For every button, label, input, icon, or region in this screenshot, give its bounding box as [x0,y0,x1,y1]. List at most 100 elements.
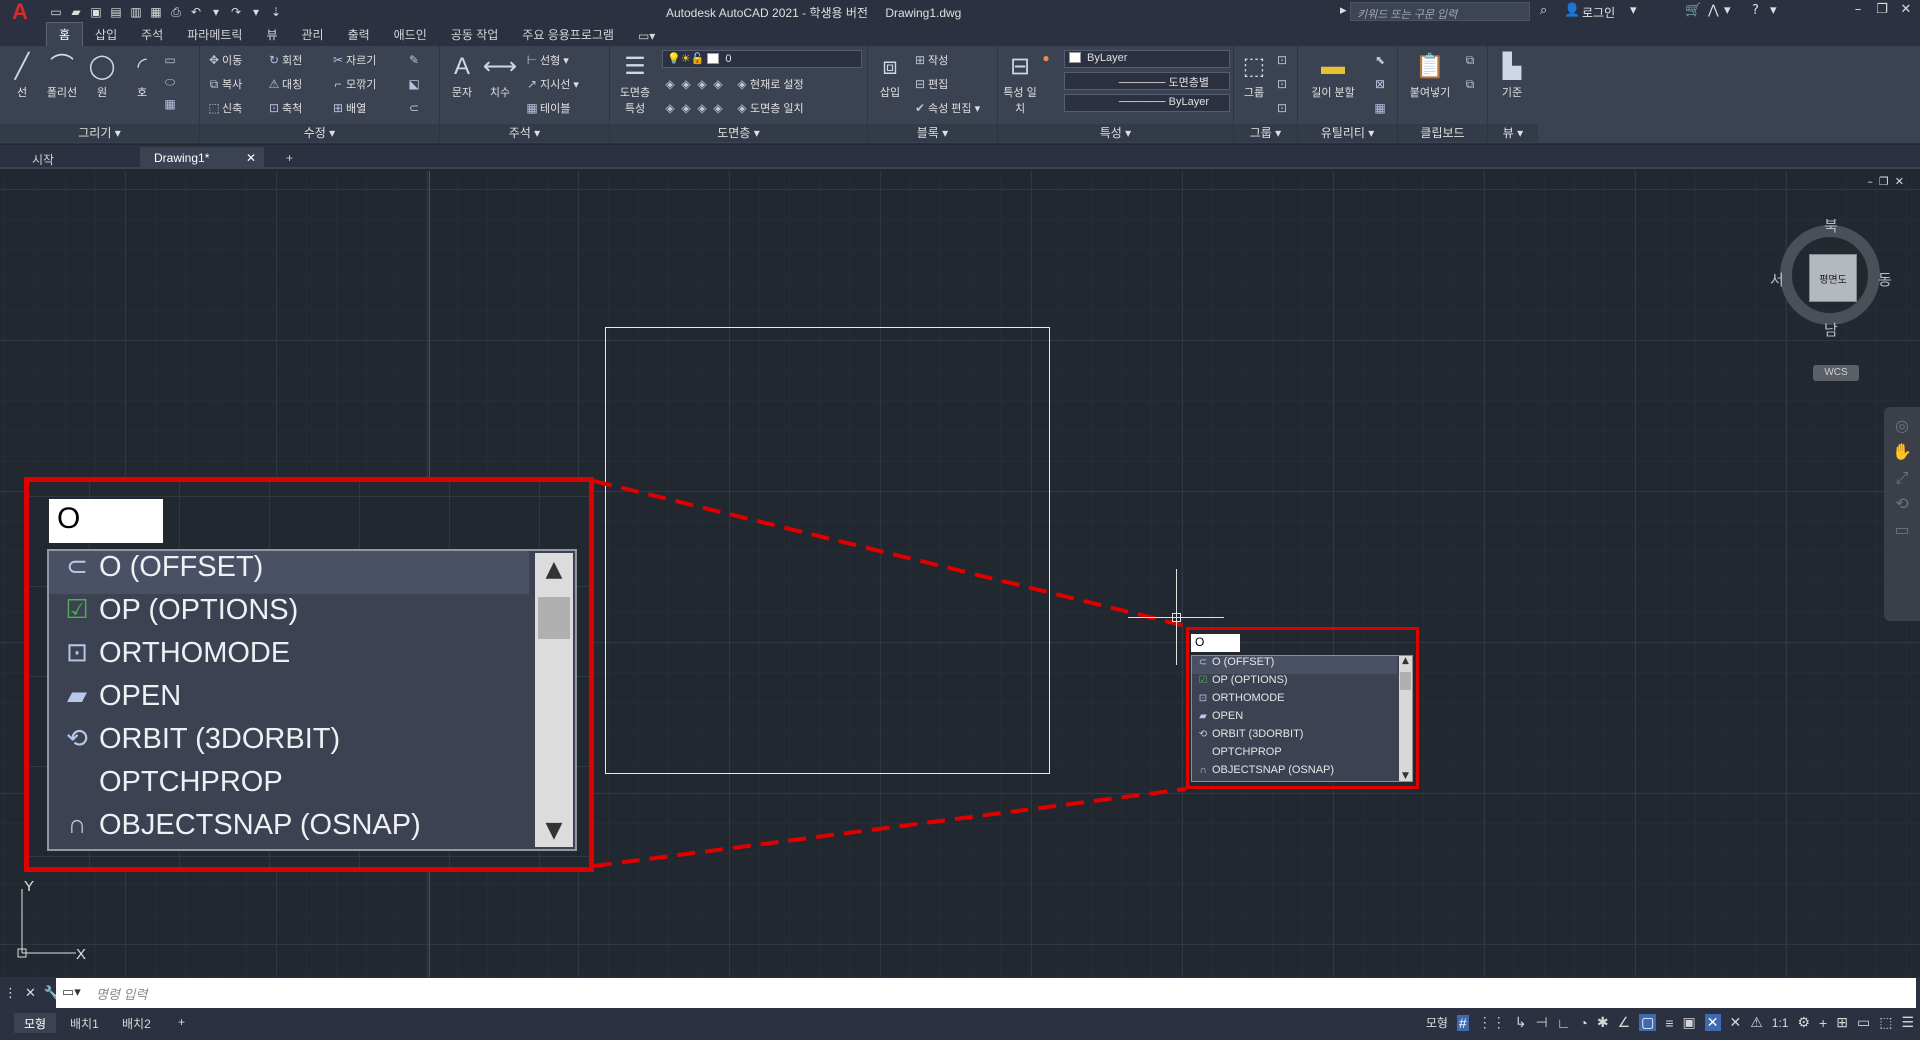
ortho-icon[interactable]: ∟ [1557,1015,1571,1031]
close-command-line-icon[interactable]: ✕ [25,986,36,1001]
color-wheel-icon[interactable]: ● [1038,48,1054,68]
orbit-nav-icon[interactable]: ⟲ [1884,491,1920,517]
layer-dropdown[interactable]: 💡☀🔓 0 [662,50,862,68]
autocomplete-item-optchprop[interactable]: OPTCHPROP [1192,746,1397,764]
open-folder-icon[interactable]: ▰ [68,4,84,20]
tab-output[interactable]: 출력 [336,23,382,46]
stretch-tool[interactable]: ⬚ 신축 [206,98,242,118]
annotation-scale-icon[interactable]: ⚠ [1750,1014,1763,1031]
a360-dropdown-icon[interactable]: ▾ [1724,3,1731,18]
tab-parametric[interactable]: 파라메트릭 [175,23,254,46]
viewcube-top-face[interactable]: 평면도 [1809,254,1857,302]
recent-commands-icon[interactable]: ▭▾ [62,984,81,1000]
panel-clipboard-label[interactable]: 클립보드 [1398,124,1487,142]
scroll-thumb[interactable] [1400,672,1411,690]
panel-groups-label[interactable]: 그룹 ▾ [1234,124,1297,142]
edit-attributes-tool[interactable]: ✔ 속성 편집 ▾ [912,98,980,118]
customize-qat-icon[interactable]: ⇣ [268,4,284,20]
tab-annotate[interactable]: 주석 [129,23,175,46]
calculator-icon[interactable]: ▦ [1372,98,1388,118]
ungroup-icon[interactable]: ⊡ [1274,50,1290,70]
match-layer-tool[interactable]: ◈ 도면층 일치 [734,98,803,118]
drawing-canvas[interactable]: –❐✕ 평면도 북 남 동 서 WCS ◎ ✋ ⤢ ⟲ ▭ O ⊂ O (OFFS… [0,171,1920,977]
annotation-scale-value[interactable]: 1:1 [1772,1016,1789,1030]
plot-icon[interactable]: ⎙ [168,4,184,20]
panel-utilities-label[interactable]: 유틸리티 ▾ [1298,124,1397,142]
a360-icon[interactable]: ⋀ [1708,3,1719,18]
boundary-tool[interactable]: ▦ [162,94,178,114]
save-as-icon[interactable]: ▤ [108,4,124,20]
autocomplete-item-options[interactable]: ☑ OP (OPTIONS) [1192,674,1397,692]
arc-tool[interactable]: ◜ 호 [124,50,160,100]
grid-icon[interactable]: # [1456,1014,1469,1031]
make-current-tool[interactable]: ◈ 현재로 설정 [734,74,803,94]
search-icon[interactable]: ⌕ [1540,3,1547,18]
minimize-icon[interactable]: – [1846,2,1870,22]
dimension-tool[interactable]: ⟷ 치수 [482,50,518,100]
snap-icon[interactable]: ⋮⋮ [1478,1014,1506,1031]
isodraft-icon[interactable]: ✱ [1597,1014,1609,1031]
panel-view-label[interactable]: 뷰 ▾ [1488,124,1538,142]
command-input[interactable]: ▭▾ 명령 입력 [56,978,1916,1008]
viewcube[interactable]: 평면도 북 남 동 서 [1770,215,1892,339]
color-dropdown[interactable]: ByLayer [1064,50,1230,68]
search-input[interactable]: 키워드 또는 구문 입력 [1350,2,1530,21]
transparency-icon[interactable]: ▣ [1683,1014,1696,1031]
dynamic-input-icon[interactable]: ⊣ [1535,1014,1547,1031]
cart-icon[interactable]: 🛒 [1685,3,1701,18]
copy-clip-icon[interactable]: ⧉ [1462,50,1478,70]
panel-properties-label[interactable]: 특성 ▾ [998,124,1233,142]
tab-layout2[interactable]: 배치2 [112,1013,161,1033]
quick-select-icon[interactable]: ⊠ [1372,74,1388,94]
annotation-monitor-icon[interactable]: + [1819,1015,1827,1031]
wcs-menu[interactable]: WCS [1813,365,1859,381]
help-dropdown-icon[interactable]: ▾ [1770,3,1777,18]
move-tool[interactable]: ✥ 이동 [206,50,242,70]
dynamic-input-field[interactable]: O [1191,634,1240,652]
layer-tools-row2[interactable]: ◈ ◈ ◈ ◈ [662,98,726,118]
tab-model[interactable]: 모형 [14,1013,57,1033]
offset-tool[interactable]: ⊂ [406,98,422,118]
copy-tool[interactable]: ⧉ 복사 [206,74,243,94]
paste-tool[interactable]: 📋 붙여넣기 [1402,50,1458,100]
help-icon[interactable]: ? [1752,3,1759,18]
drawn-rectangle[interactable] [605,327,1050,774]
auto-scale-icon[interactable]: ✕ [1730,1014,1742,1031]
compass-west[interactable]: 서 [1770,269,1784,290]
hardware-acceleration-icon[interactable]: ▭ [1857,1014,1870,1031]
match-properties-tool[interactable]: ⊟ 특성 일치 [1000,50,1040,116]
linear-dim-tool[interactable]: ⊢ 선형 ▾ [524,50,569,70]
redo-dropdown-icon[interactable]: ▾ [248,4,264,20]
undo-icon[interactable]: ↶ [188,4,204,20]
group-select-icon[interactable]: ⊡ [1274,98,1290,118]
showmotion-icon[interactable]: ▭ [1884,517,1920,543]
model-space-button[interactable]: 모형 [1426,1014,1448,1031]
login-dropdown-icon[interactable]: ▾ [1630,3,1637,18]
infer-icon[interactable]: ↳ [1515,1014,1527,1031]
viewport-minimize-icon[interactable]: – [1867,175,1879,188]
save-icon[interactable]: ▣ [88,4,104,20]
customize-status-icon[interactable]: ☰ [1901,1014,1914,1031]
steering-wheel-icon[interactable]: ◎ [1884,413,1920,439]
ribbon-minimize-toggle[interactable]: ▭▾ [626,26,667,46]
object-snap-icon[interactable]: ▢ [1639,1014,1657,1031]
workspace-gear-icon[interactable]: ⚙ [1797,1014,1810,1031]
group-edit-icon[interactable]: ⊡ [1274,74,1290,94]
layer-properties-tool[interactable]: ☰ 도면층 특성 [614,50,656,116]
layer-tools-row1[interactable]: ◈ ◈ ◈ ◈ [662,74,726,94]
polar-icon[interactable]: ◔ [1579,1015,1587,1031]
base-view-tool[interactable]: ▙ 기준 [1494,50,1530,100]
circle-tool[interactable]: ◯ 원 [84,50,120,100]
panel-modify-label[interactable]: 수정 ▾ [200,124,439,142]
panel-draw-label[interactable]: 그리기 ▾ [0,124,199,142]
insert-tool[interactable]: ⧈ 삽입 [872,50,908,100]
compass-south[interactable]: 남 [1824,319,1838,340]
new-file-icon[interactable]: ▭ [48,4,64,20]
viewport-restore-icon[interactable]: ❐ [1879,175,1895,188]
tab-addins[interactable]: 애드인 [382,23,439,46]
lineweight-dropdown[interactable]: ────── ByLayer [1064,94,1230,112]
autocomplete-item-offset[interactable]: ⊂ O (OFFSET) [1192,656,1397,674]
scroll-up-icon[interactable]: ▲ [1399,656,1412,666]
tab-insert[interactable]: 삽입 [83,23,129,46]
panel-layers-label[interactable]: 도면층 ▾ [610,124,867,142]
